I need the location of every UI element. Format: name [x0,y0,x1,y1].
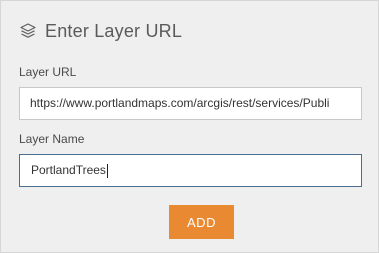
add-button[interactable]: ADD [169,205,234,239]
panel-header: Enter Layer URL [19,18,182,44]
layer-url-input[interactable]: https://www.portlandmaps.com/arcgis/rest… [19,87,362,120]
layer-name-input[interactable]: PortlandTrees [19,154,362,187]
layer-url-label: Layer URL [19,65,77,79]
panel-title: Enter Layer URL [45,20,183,41]
layer-name-value: PortlandTrees [31,163,106,177]
layer-url-value: https://www.portlandmaps.com/arcgis/rest… [30,96,330,110]
enter-layer-url-panel: Enter Layer URL Layer URL https://www.po… [0,0,379,253]
text-caret [106,163,108,178]
layers-icon [19,22,37,40]
layer-name-label: Layer Name [19,132,85,146]
